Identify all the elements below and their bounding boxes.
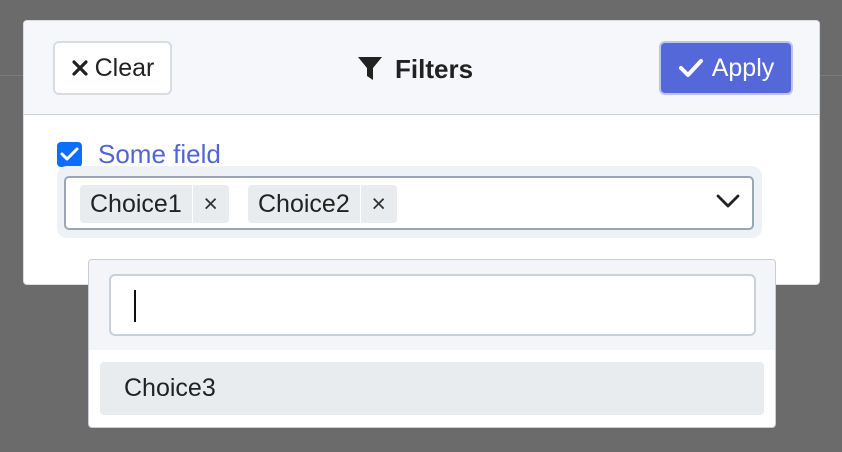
- chip-label: Choice1: [90, 189, 182, 218]
- dropdown-search-area: [89, 260, 775, 350]
- filters-title-text: Filters: [395, 53, 474, 84]
- chip-remove-button[interactable]: ×: [191, 185, 229, 223]
- field-row: Some field: [57, 139, 221, 169]
- filters-title: Filters: [357, 51, 473, 87]
- check-icon: [60, 147, 79, 161]
- chevron-down-icon[interactable]: [716, 193, 740, 209]
- check-icon: [678, 59, 703, 77]
- chip-remove-button[interactable]: ×: [359, 185, 397, 223]
- select-dropdown: Choice3: [88, 259, 776, 428]
- multi-select[interactable]: Choice1 × Choice2 ×: [64, 176, 754, 230]
- dropdown-option[interactable]: Choice3: [100, 362, 764, 415]
- filters-header: Clear Filters Apply: [24, 21, 819, 115]
- apply-button[interactable]: Apply: [659, 41, 793, 95]
- selected-chip: Choice1 ×: [80, 185, 229, 223]
- apply-button-label: Apply: [711, 53, 775, 82]
- times-icon: [72, 60, 88, 76]
- clear-button-label: Clear: [94, 53, 155, 82]
- clear-button[interactable]: Clear: [53, 41, 172, 95]
- filters-panel: Clear Filters Apply Some field: [23, 20, 820, 285]
- dropdown-search-input[interactable]: [109, 274, 756, 336]
- filter-icon: [358, 57, 382, 80]
- selected-chip: Choice2 ×: [248, 185, 397, 223]
- chip-label: Choice2: [258, 189, 350, 218]
- field-checkbox[interactable]: [57, 141, 82, 167]
- field-label[interactable]: Some field: [98, 139, 221, 170]
- text-caret: [134, 290, 136, 322]
